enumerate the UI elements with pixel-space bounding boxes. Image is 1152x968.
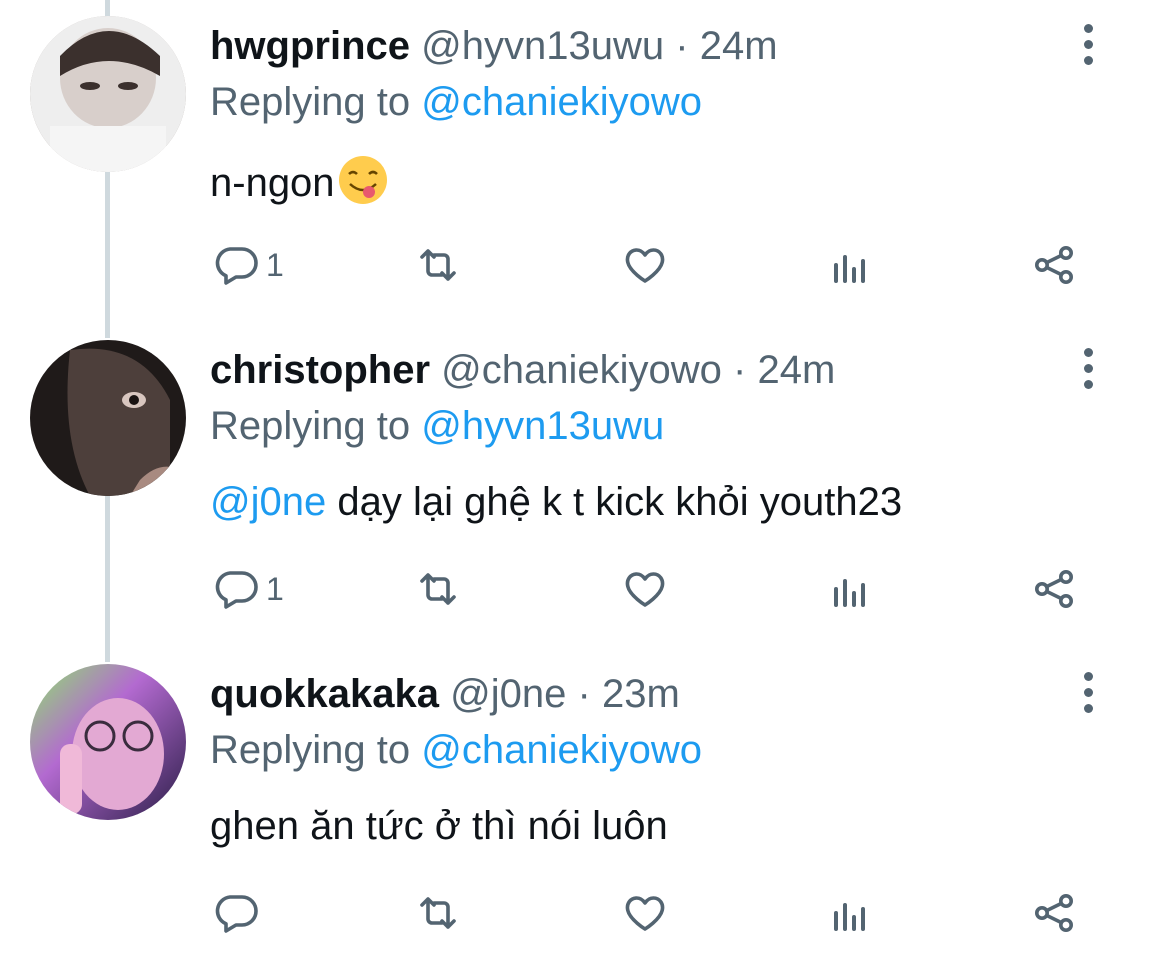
avatar[interactable] — [30, 16, 186, 172]
reply-tweet[interactable]: quokkakaka @j0ne · 23m Replying to @chan… — [0, 648, 1152, 968]
separator: · — [577, 672, 591, 716]
mention-link[interactable]: @j0ne — [210, 480, 326, 524]
like-icon — [625, 572, 665, 607]
user-handle[interactable]: @hyvn13uwu — [421, 24, 664, 68]
analytics-icon — [834, 903, 865, 931]
display-name[interactable]: hwgprince — [210, 24, 410, 68]
like-button[interactable] — [621, 544, 669, 634]
analytics-button[interactable] — [826, 868, 874, 958]
avatar-photo — [30, 340, 186, 496]
reply-icon — [215, 247, 258, 285]
reply-count: 1 — [266, 246, 284, 283]
timestamp[interactable]: 24m — [700, 24, 778, 68]
replying-to: Replying to @hyvn13uwu — [210, 402, 664, 450]
reply-tweet[interactable]: christopher @chaniekiyowo · 24m Replying… — [0, 324, 1152, 644]
face-savoring-food-emoji — [338, 156, 387, 204]
tweet-header: quokkakaka @j0ne · 23m — [210, 670, 680, 718]
share-icon — [1035, 894, 1073, 932]
replying-to-link[interactable]: @chaniekiyowo — [421, 80, 702, 124]
separator: · — [675, 24, 689, 68]
retweet-button[interactable] — [414, 544, 462, 634]
tweet-text: n-ngon — [210, 154, 389, 207]
timestamp[interactable]: 24m — [758, 348, 836, 392]
replying-to-link[interactable]: @hyvn13uwu — [421, 404, 664, 448]
retweet-button[interactable] — [414, 868, 462, 958]
analytics-button[interactable] — [826, 544, 874, 634]
analytics-icon — [834, 255, 865, 283]
replying-to: Replying to @chaniekiyowo — [210, 726, 702, 774]
timestamp[interactable]: 23m — [602, 672, 680, 716]
tweet-actions — [0, 868, 1152, 958]
avatar[interactable] — [30, 664, 186, 820]
retweet-button[interactable] — [414, 220, 462, 310]
reply-button[interactable]: 1 — [212, 220, 284, 310]
user-handle[interactable]: @chaniekiyowo — [441, 348, 722, 392]
more-options-icon[interactable] — [1068, 344, 1108, 392]
reply-tweet[interactable]: hwgprince @hyvn13uwu · 24m Replying to @… — [0, 0, 1152, 320]
like-button[interactable] — [621, 868, 669, 958]
user-handle[interactable]: @j0ne — [450, 672, 566, 716]
retweet-icon — [420, 897, 456, 929]
replying-to: Replying to @chaniekiyowo — [210, 78, 702, 126]
like-button[interactable] — [621, 220, 669, 310]
tweet-header: hwgprince @hyvn13uwu · 24m — [210, 22, 778, 70]
tweet-text: @j0ne dạy lại ghệ k t kick khỏi youth23 — [210, 478, 902, 526]
tweet-text: ghen ăn tức ở thì nói luôn — [210, 802, 668, 850]
analytics-icon — [834, 579, 865, 607]
reply-button[interactable]: 1 — [212, 544, 284, 634]
replying-to-link[interactable]: @chaniekiyowo — [421, 728, 702, 772]
tweet-actions: 1 — [0, 544, 1152, 634]
share-icon — [1035, 570, 1073, 608]
like-icon — [625, 248, 665, 283]
tweet-text-content: n-ngon — [210, 161, 335, 205]
avatar-photo — [30, 16, 186, 172]
display-name[interactable]: christopher — [210, 348, 430, 392]
avatar[interactable] — [30, 340, 186, 496]
display-name[interactable]: quokkakaka — [210, 672, 439, 716]
share-button[interactable] — [1030, 868, 1078, 958]
tweet-text-content: ghen ăn tức ở thì nói luôn — [210, 804, 668, 848]
replying-prefix: Replying to — [210, 80, 411, 124]
reply-button[interactable] — [212, 868, 266, 958]
tweet-header: christopher @chaniekiyowo · 24m — [210, 346, 835, 394]
analytics-button[interactable] — [826, 220, 874, 310]
share-icon — [1035, 246, 1073, 284]
separator: · — [733, 348, 747, 392]
replying-prefix: Replying to — [210, 404, 411, 448]
share-button[interactable] — [1030, 544, 1078, 634]
tweet-actions: 1 — [0, 220, 1152, 310]
avatar-photo — [30, 664, 186, 820]
reply-count: 1 — [266, 570, 284, 607]
more-options-icon[interactable] — [1068, 668, 1108, 716]
retweet-icon — [420, 249, 456, 281]
reply-icon — [215, 571, 258, 609]
share-button[interactable] — [1030, 220, 1078, 310]
reply-icon — [215, 895, 258, 933]
retweet-icon — [420, 573, 456, 605]
replying-prefix: Replying to — [210, 728, 411, 772]
like-icon — [625, 896, 665, 931]
more-options-icon[interactable] — [1068, 20, 1108, 68]
tweet-text-content: dạy lại ghệ k t kick khỏi youth23 — [326, 480, 903, 524]
